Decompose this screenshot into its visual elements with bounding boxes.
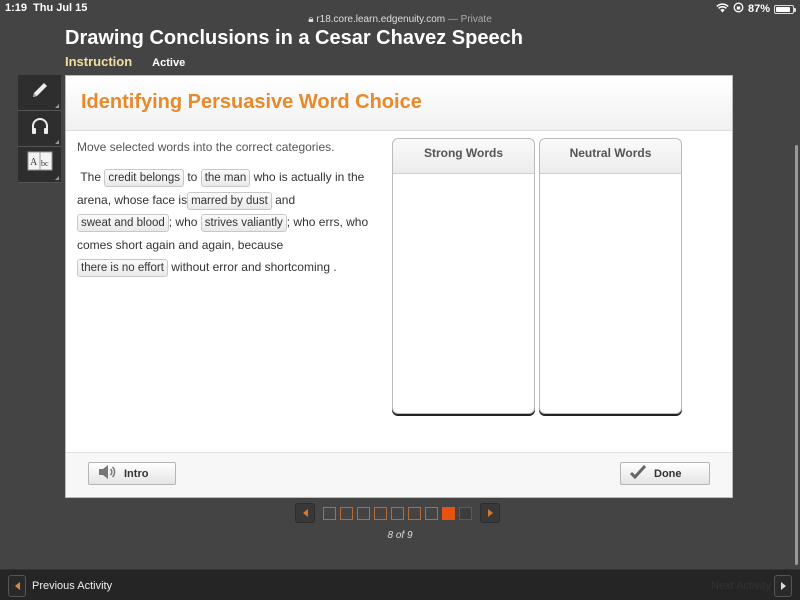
arrow-right-icon [780, 582, 786, 590]
activity-footer: Intro Done [66, 452, 732, 497]
clock: 1:19 [5, 2, 28, 14]
battery-icon [774, 4, 796, 14]
page-indicator-7[interactable] [425, 506, 438, 520]
tool-sidebar: Abc [18, 75, 61, 183]
intro-label: Intro [124, 467, 149, 480]
next-activity-button[interactable] [774, 575, 792, 597]
page-indicator-8[interactable] [442, 506, 455, 520]
bottom-navigation: Previous Activity Next Activity [0, 569, 800, 600]
headphones-icon [30, 117, 50, 140]
next-activity-label: Next Activity [711, 580, 771, 592]
strong-words-bin[interactable]: Strong Words [392, 138, 535, 414]
done-button[interactable]: Done [620, 462, 710, 485]
page-indicator-3[interactable] [357, 506, 370, 520]
checkmark-icon [629, 464, 647, 482]
passage-text: and [275, 192, 296, 207]
word-chip[interactable]: sweat and blood [77, 214, 169, 232]
page-indicator-1[interactable] [323, 506, 336, 520]
lock-icon: 🔒︎ [308, 14, 314, 25]
page-navigator [295, 503, 500, 523]
passage: The credit belongs to the man who is act… [77, 166, 382, 279]
activity-instructions: Move selected words into the correct cat… [77, 140, 335, 154]
passage-text: ; who [168, 215, 198, 229]
page-indicator-6[interactable] [408, 506, 421, 520]
done-label: Done [654, 467, 682, 480]
page-indicator-5[interactable] [391, 506, 404, 520]
url-text: r18.core.learn.edgenuity.com [316, 14, 446, 25]
arrow-left-icon [14, 582, 20, 590]
arrow-left-icon [302, 509, 308, 517]
svg-text:A: A [30, 157, 38, 168]
sub-navigation: Instruction Active [65, 54, 185, 69]
svg-text:bc: bc [41, 159, 49, 168]
scrollbar[interactable] [795, 145, 798, 565]
url-bar[interactable]: 🔒︎ r18.core.learn.edgenuity.com — Privat… [0, 14, 800, 25]
page-count: 8 of 9 [387, 530, 413, 541]
audio-tool-button[interactable] [18, 111, 61, 147]
activity-header: Identifying Persuasive Word Choice [66, 76, 732, 131]
passage-text: The [80, 170, 102, 184]
course-title: Drawing Conclusions in a Cesar Chavez Sp… [65, 27, 523, 49]
passage-text: without error and shortcoming . [171, 260, 337, 274]
word-chip[interactable]: strives valiantly [200, 214, 287, 232]
bin-header: Strong Words [393, 139, 534, 174]
word-chip[interactable]: marred by dust [187, 191, 272, 210]
page-indicator-4[interactable] [374, 506, 387, 520]
pencil-icon [30, 80, 50, 105]
passage-text: to [187, 170, 198, 184]
date: Thu Jul 15 [33, 2, 88, 14]
activity-panel: Identifying Persuasive Word Choice Move … [65, 75, 733, 498]
activity-title: Identifying Persuasive Word Choice [81, 91, 422, 113]
word-chip[interactable]: credit belongs [104, 169, 184, 187]
dictionary-tool-button[interactable]: Abc [18, 147, 61, 183]
bin-header: Neutral Words [540, 139, 681, 174]
section-instruction[interactable]: Instruction [65, 54, 132, 69]
page-indicator-2[interactable] [340, 506, 353, 520]
private-label: — Private [447, 14, 492, 25]
intro-button[interactable]: Intro [88, 462, 176, 485]
battery-fill [776, 6, 790, 12]
word-chip[interactable]: the man [200, 169, 251, 187]
previous-activity-button[interactable] [8, 575, 26, 597]
page-indicator-9[interactable] [459, 506, 472, 520]
neutral-words-bin[interactable]: Neutral Words [539, 138, 682, 414]
speaker-icon [98, 464, 116, 483]
arrow-right-icon [487, 509, 493, 517]
previous-activity-label[interactable]: Previous Activity [32, 580, 112, 592]
pencil-tool-button[interactable] [18, 75, 61, 111]
dictionary-icon: Abc [27, 151, 53, 178]
previous-page-button[interactable] [295, 503, 315, 523]
word-chip[interactable]: there is no effort [77, 259, 168, 277]
next-page-button[interactable] [480, 503, 500, 523]
page-indicators [323, 506, 472, 520]
activity-status: Active [152, 57, 186, 69]
